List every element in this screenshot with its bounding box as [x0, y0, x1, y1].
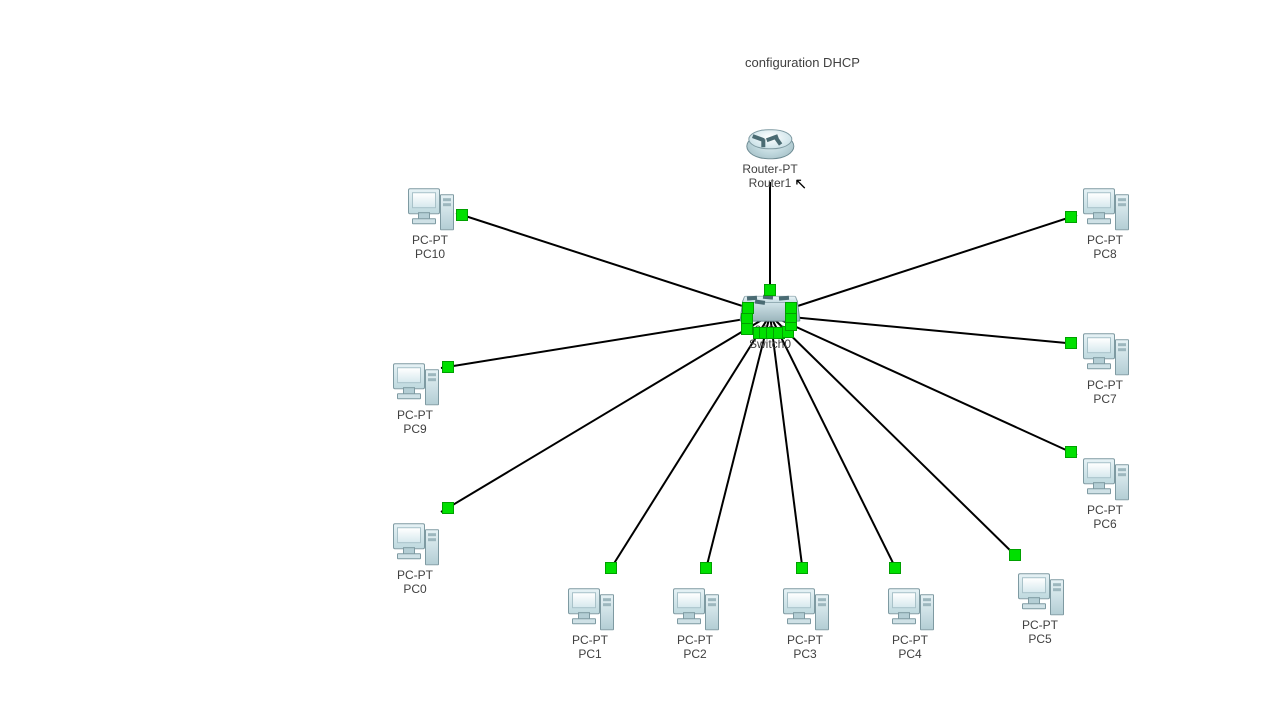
pc-label-line1: PC-PT — [389, 569, 441, 583]
pc-label-line1: PC-PT — [1079, 234, 1131, 248]
pc-icon — [1079, 458, 1131, 502]
pc-label-line2: PC8 — [1079, 248, 1131, 262]
pc-label-line2: PC4 — [884, 648, 936, 662]
pc-label-line1: PC-PT — [404, 234, 456, 248]
pc-icon — [564, 588, 616, 632]
pc-label-line2: PC7 — [1079, 393, 1131, 407]
topology-title: configuration DHCP — [745, 55, 860, 70]
pc-device-pc2[interactable]: PC-PTPC2 — [669, 588, 721, 662]
pc-device-pc8[interactable]: PC-PTPC8 — [1079, 188, 1131, 262]
pc-icon — [389, 363, 441, 407]
link-pc5-switch[interactable] — [770, 315, 1020, 560]
pc-label-line1: PC-PT — [669, 634, 721, 648]
link-status-pc10-pc-end — [456, 209, 468, 221]
pc-label-line1: PC-PT — [389, 409, 441, 423]
link-status-pc4-pc-end — [889, 562, 901, 574]
router-icon — [744, 129, 796, 161]
pc-label-line2: PC5 — [1014, 633, 1066, 647]
link-pc6-switch[interactable] — [770, 315, 1077, 455]
pc-icon — [1079, 333, 1131, 377]
link-pc8-switch[interactable] — [770, 215, 1077, 315]
pc-icon — [779, 588, 831, 632]
link-pc1-switch[interactable] — [608, 315, 770, 573]
pc-device-pc1[interactable]: PC-PTPC1 — [564, 588, 616, 662]
pc-icon — [1014, 573, 1066, 617]
switch-icon — [741, 298, 799, 322]
link-status-pc3-pc-end — [796, 562, 808, 574]
pc-label-line2: PC6 — [1079, 518, 1131, 532]
link-status-pc1-pc-end — [605, 562, 617, 574]
link-pc3-switch[interactable] — [770, 315, 803, 573]
pc-icon — [884, 588, 936, 632]
switch-label-line1: 2960-24 — [741, 324, 799, 338]
pc-label-line2: PC3 — [779, 648, 831, 662]
router-device[interactable]: Router-PT Router1 — [742, 129, 797, 191]
pc-label-line1: PC-PT — [779, 634, 831, 648]
switch-device[interactable]: 2960-24 Switch0 — [741, 298, 799, 352]
pc-device-pc10[interactable]: PC-PTPC10 — [404, 188, 456, 262]
pc-device-pc7[interactable]: PC-PTPC7 — [1079, 333, 1131, 407]
pc-label-line2: PC1 — [564, 648, 616, 662]
pc-label-line1: PC-PT — [1014, 619, 1066, 633]
router-label-line1: Router-PT — [742, 163, 797, 177]
pc-label-line2: PC2 — [669, 648, 721, 662]
pc-label-line1: PC-PT — [564, 634, 616, 648]
pc-device-pc9[interactable]: PC-PTPC9 — [389, 363, 441, 437]
link-status-pc6-pc-end — [1065, 446, 1077, 458]
router-label-line2: Router1 — [742, 177, 797, 191]
link-status-pc7-pc-end — [1065, 337, 1077, 349]
link-status-pc0-pc-end — [442, 502, 454, 514]
link-status-pc2-pc-end — [700, 562, 712, 574]
link-pc7-switch[interactable] — [770, 315, 1077, 344]
link-pc9-switch[interactable] — [441, 315, 770, 368]
pc-icon — [1079, 188, 1131, 232]
link-pc10-switch[interactable] — [456, 213, 770, 315]
pc-label-line1: PC-PT — [884, 634, 936, 648]
pc-label-line1: PC-PT — [1079, 504, 1131, 518]
pc-label-line2: PC10 — [404, 248, 456, 262]
pc-icon — [669, 588, 721, 632]
link-pc4-switch[interactable] — [770, 315, 898, 573]
link-pc2-switch[interactable] — [705, 315, 770, 573]
pc-label-line2: PC9 — [389, 423, 441, 437]
pc-device-pc5[interactable]: PC-PTPC5 — [1014, 573, 1066, 647]
pc-icon — [389, 523, 441, 567]
switch-label-line2: Switch0 — [741, 338, 799, 352]
pc-icon — [404, 188, 456, 232]
link-status-pc9-pc-end — [442, 361, 454, 373]
pc-device-pc6[interactable]: PC-PTPC6 — [1079, 458, 1131, 532]
pc-device-pc3[interactable]: PC-PTPC3 — [779, 588, 831, 662]
pc-device-pc0[interactable]: PC-PTPC0 — [389, 523, 441, 597]
link-status-pc8-pc-end — [1065, 211, 1077, 223]
pc-label-line2: PC0 — [389, 583, 441, 597]
pc-device-pc4[interactable]: PC-PTPC4 — [884, 588, 936, 662]
link-pc0-switch[interactable] — [441, 315, 770, 512]
link-status-pc5-pc-end — [1009, 549, 1021, 561]
pc-label-line1: PC-PT — [1079, 379, 1131, 393]
